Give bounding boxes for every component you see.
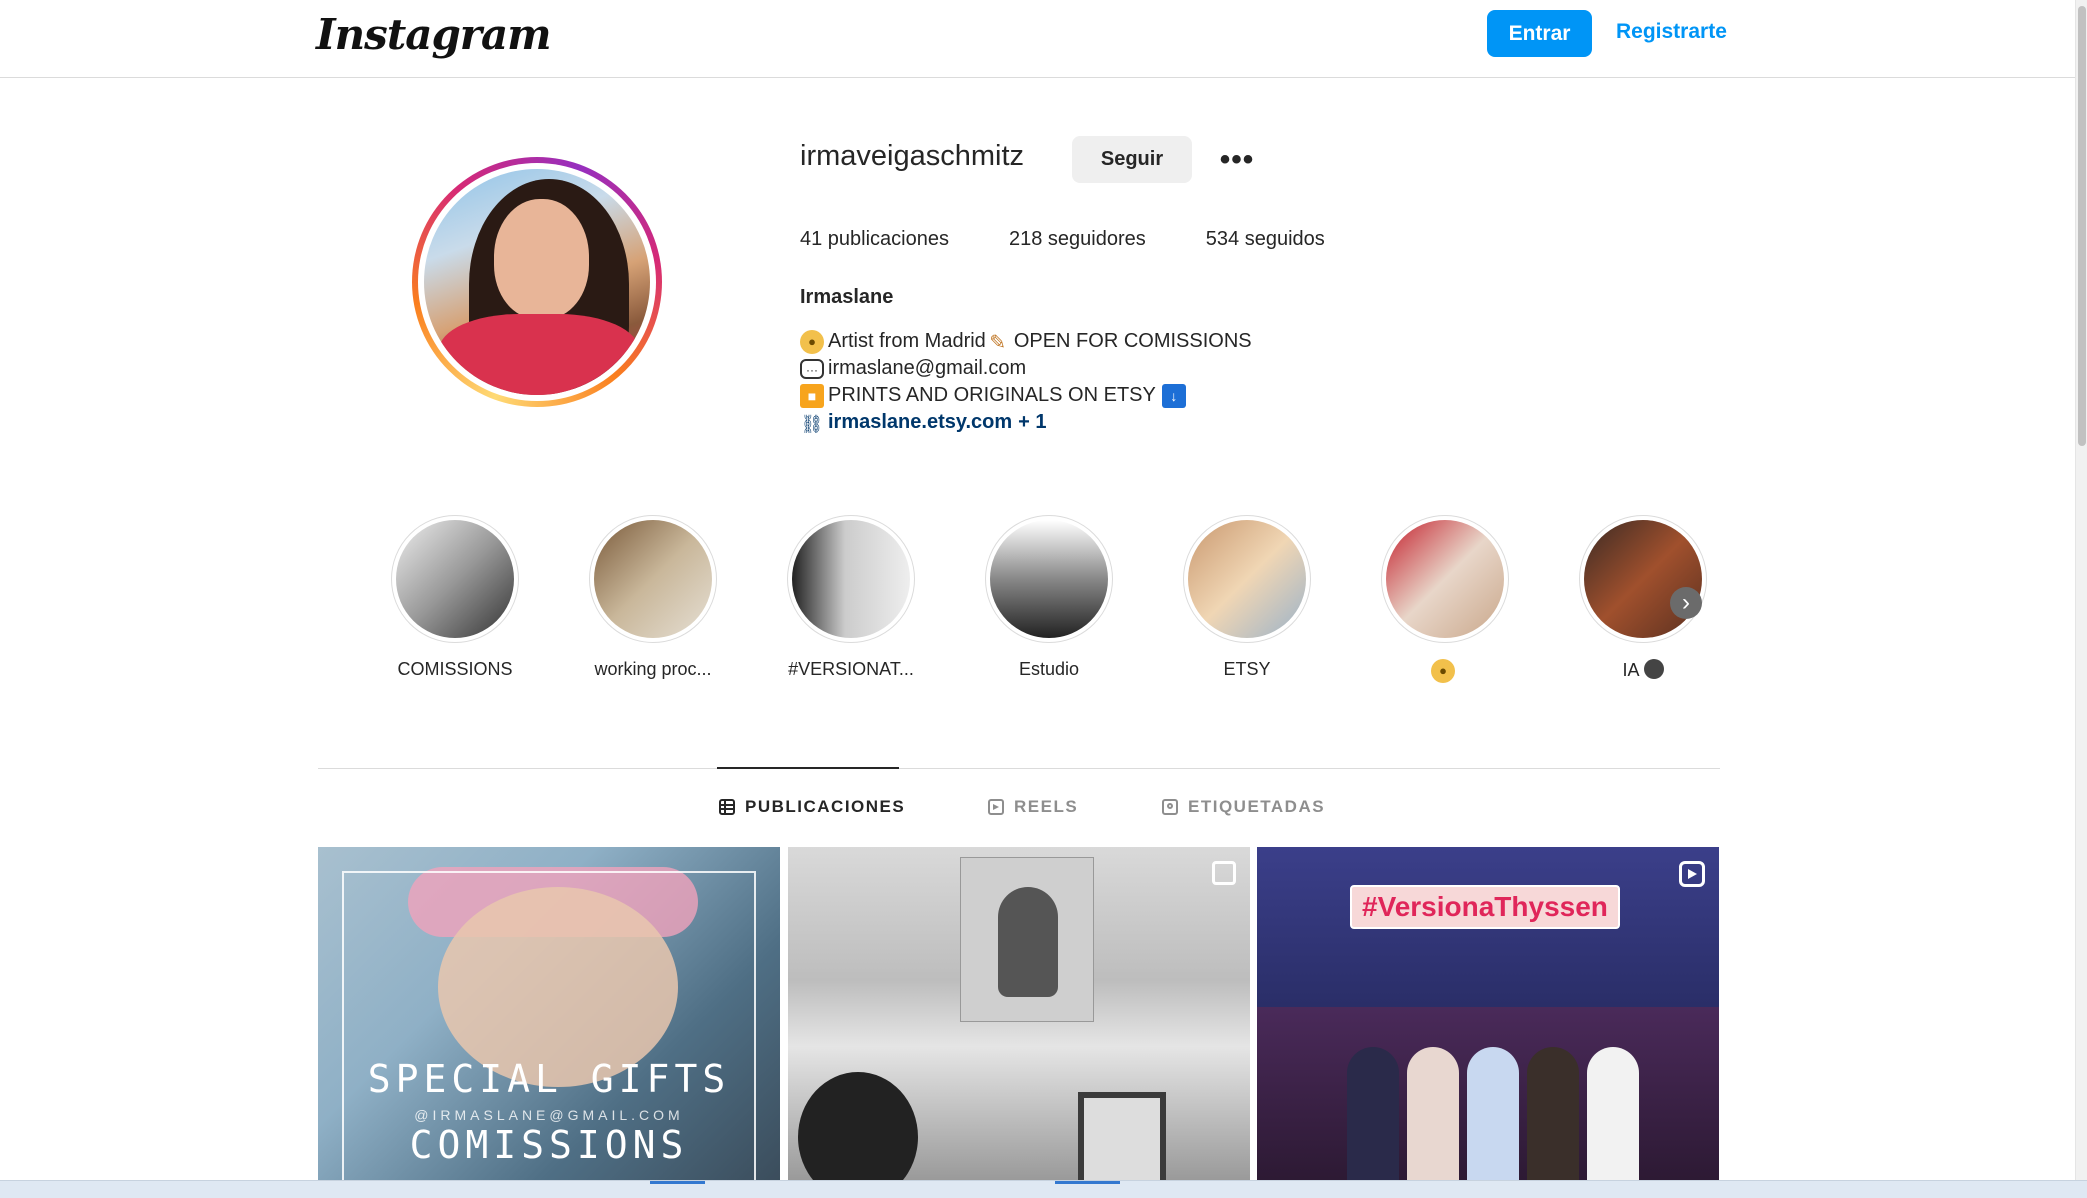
- tab-tagged[interactable]: ETIQUETADAS: [1162, 797, 1325, 817]
- bio-line-1b: OPEN FOR COMISSIONS: [1013, 330, 1252, 352]
- profile-bio: ● Artist from Madrid ✎ OPEN FOR COMISSIO…: [800, 328, 1252, 436]
- scrollbar-thumb[interactable]: [2078, 6, 2086, 446]
- tab-reels[interactable]: REELS: [988, 797, 1078, 817]
- bio-link-more[interactable]: + 1: [1018, 409, 1046, 436]
- profile-stats: 41 publicaciones 218 seguidores 534 segu…: [800, 228, 1385, 251]
- palette-icon: ●: [800, 329, 824, 354]
- posts-count: 41 publicaciones: [800, 228, 949, 250]
- login-button[interactable]: Entrar: [1487, 10, 1592, 57]
- reels-icon: [988, 799, 1004, 815]
- highlight-item[interactable]: ●: [1370, 515, 1520, 683]
- more-options-icon[interactable]: •••: [1220, 143, 1254, 177]
- grid-icon: [719, 799, 735, 815]
- post-hashtag: #VersionaThyssen: [1350, 885, 1620, 929]
- gift-icon: ■: [800, 383, 824, 408]
- speech-bubble-icon: ···: [800, 358, 824, 379]
- highlight-item[interactable]: ETSY: [1172, 515, 1322, 680]
- highlight-item[interactable]: COMISSIONS: [380, 515, 530, 680]
- palette-icon: ●: [1431, 659, 1455, 683]
- highlight-cover: [594, 520, 712, 638]
- tagged-icon: [1162, 799, 1178, 815]
- following-count[interactable]: 534 seguidos: [1206, 228, 1325, 251]
- highlight-label: Estudio: [1018, 659, 1080, 679]
- highlight-label: ETSY: [1223, 659, 1271, 679]
- highlight-cover: [1188, 520, 1306, 638]
- post-overlay-subtitle: COMISSIONS: [409, 1123, 689, 1167]
- link-icon: ⛓: [800, 413, 824, 434]
- highlight-label: IA: [1568, 659, 1718, 681]
- highlight-item[interactable]: working proc...: [578, 515, 728, 680]
- profile-username: irmaveigaschmitz: [800, 140, 1024, 172]
- carousel-icon: [1212, 861, 1236, 885]
- highlight-label: ●: [1370, 659, 1520, 683]
- highlight-item[interactable]: #VERSIONAT...: [776, 515, 926, 680]
- active-tab-indicator: [717, 767, 899, 769]
- highlight-cover: [990, 520, 1108, 638]
- post-tile[interactable]: #VersionaThyssen: [1257, 847, 1719, 1180]
- bio-line-2: irmaslane@gmail.com: [828, 357, 1027, 379]
- avatar-image: [424, 169, 650, 395]
- post-overlay-title: SPECIAL GIFTS: [367, 1057, 731, 1101]
- post-overlay-email: @IRMASLANE@GMAIL.COM: [414, 1107, 684, 1123]
- tabs-divider: [318, 768, 1720, 769]
- post-tile[interactable]: SPECIAL GIFTS @IRMASLANE@GMAIL.COM COMIS…: [318, 847, 780, 1180]
- paintbrush-icon: ✎: [989, 331, 1007, 354]
- devil-icon: [1643, 659, 1664, 679]
- story-highlights: COMISSIONS working proc... #VERSIONAT...…: [380, 515, 1720, 695]
- highlight-label: COMISSIONS: [397, 659, 513, 679]
- highlight-item[interactable]: Estudio: [974, 515, 1124, 680]
- follow-button[interactable]: Seguir: [1072, 136, 1192, 183]
- highlight-cover: [396, 520, 514, 638]
- highlight-cover: [792, 520, 910, 638]
- profile-full-name: Irmaslane: [800, 286, 894, 308]
- followers-count[interactable]: 218 seguidores: [1009, 228, 1146, 251]
- post-tile[interactable]: [788, 847, 1250, 1180]
- highlight-label: working proc...: [594, 659, 712, 679]
- tab-posts[interactable]: PUBLICACIONES: [719, 797, 905, 817]
- down-arrow-icon: ↓: [1161, 383, 1186, 408]
- bio-link[interactable]: irmaslane.etsy.com: [828, 409, 1012, 436]
- bio-line-1a: Artist from Madrid: [828, 330, 986, 352]
- register-link[interactable]: Registrarte: [1616, 20, 1727, 44]
- bio-line-3: PRINTS AND ORIGINALS ON ETSY: [828, 384, 1156, 406]
- profile-avatar[interactable]: [412, 157, 662, 407]
- next-highlights-button[interactable]: ›: [1670, 587, 1702, 619]
- top-nav: Instagram Entrar Registrarte: [0, 0, 2075, 78]
- reel-icon: [1679, 861, 1705, 887]
- highlight-label: #VERSIONAT...: [788, 659, 914, 679]
- page-scrollbar[interactable]: [2075, 0, 2087, 1180]
- highlight-cover: [1584, 520, 1702, 638]
- highlight-cover: [1386, 520, 1504, 638]
- instagram-logo[interactable]: Instagram: [316, 10, 552, 59]
- os-taskbar: [0, 1180, 2087, 1198]
